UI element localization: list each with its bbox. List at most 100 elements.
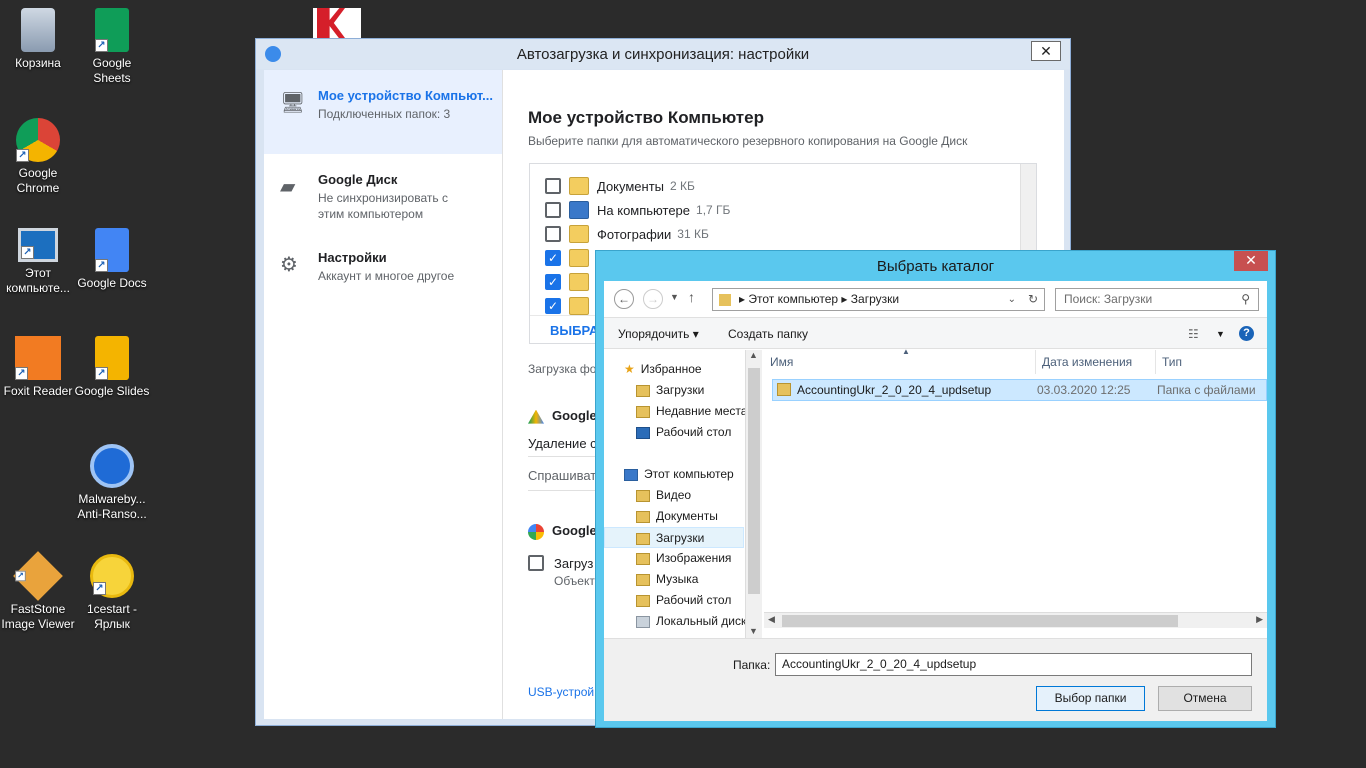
kaspersky-icon[interactable]	[313, 8, 361, 38]
nav-this-pc[interactable]: Этот компьютер	[624, 464, 734, 485]
nav-favorites[interactable]: ★ Избранное	[624, 359, 702, 380]
address-bar[interactable]: ▸ Этот компьютер ▸ Загрузки ⌄ ↻	[712, 288, 1045, 311]
help-icon[interactable]: ?	[1239, 326, 1254, 341]
folder-row[interactable]: ✓	[545, 295, 597, 317]
desktop-icon-this-pc[interactable]: ↗ Этот компьюте...	[0, 228, 76, 296]
checkbox-checked[interactable]: ✓	[545, 274, 561, 290]
column-header-type[interactable]: Тип	[1156, 350, 1267, 374]
usb-devices-link[interactable]: USB-устрой	[528, 685, 594, 699]
checkbox[interactable]	[545, 226, 561, 242]
desktop-icon-label: Этот компьюте...	[6, 266, 70, 295]
desktop-icon-google-docs[interactable]: ↗ Google Docs	[74, 228, 150, 291]
folder-row[interactable]: Фотографии 31 КБ	[545, 223, 709, 245]
ask-before-delete-dropdown[interactable]: Спрашиват	[528, 468, 596, 483]
sidebar-item-my-computer[interactable]: 🖥 Мое устройство Компьют... Подключенных…	[264, 70, 502, 154]
folder-label: Папка:	[733, 658, 771, 672]
organize-menu[interactable]: Упорядочить ▾	[618, 327, 699, 341]
page-subtitle: Выберите папки для автоматического резер…	[528, 134, 968, 148]
upload-photos-option[interactable]: Загруз	[528, 555, 593, 571]
desktop-icon-recycle-bin[interactable]: Корзина	[0, 8, 76, 71]
folder-name-field[interactable]: AccountingUkr_2_0_20_4_updsetup	[775, 653, 1252, 676]
desktop-icon-1cestart[interactable]: ↗ 1cestart - Ярлык	[74, 554, 150, 632]
dialog-title: Выбрать каталог	[876, 258, 995, 275]
up-arrow-icon[interactable]: ↑	[688, 289, 695, 305]
checkbox[interactable]	[528, 555, 544, 571]
select-folder-button[interactable]: Выбор папки	[1036, 686, 1145, 711]
desktop-icon-faststone[interactable]: ↗ FastStone Image Viewer	[0, 551, 76, 632]
file-name: AccountingUkr_2_0_20_4_updsetup	[797, 383, 992, 397]
recycle-bin-icon	[21, 8, 55, 52]
star-icon: ★	[624, 362, 635, 376]
sidebar-item-settings[interactable]: ⚙ Настройки Аккаунт и многое другое	[264, 232, 502, 310]
address-dropdown-icon[interactable]: ⌄	[1008, 289, 1016, 310]
refresh-icon[interactable]: ↻	[1028, 289, 1038, 310]
file-list: Имя Дата изменения Тип ▲ AccountingUkr_2…	[764, 347, 1267, 638]
desktop-icon-google-chrome[interactable]: ↗ Google Chrome	[0, 118, 76, 196]
shortcut-arrow-icon: ↗	[93, 582, 106, 595]
column-header-name[interactable]: Имя	[764, 350, 1036, 374]
navigation-pane-scrollbar[interactable]: ▲ ▼	[745, 350, 762, 638]
nav-pictures[interactable]: Изображения	[636, 548, 731, 569]
view-dropdown-icon[interactable]: ▼	[1216, 329, 1225, 339]
desktop-icon-foxit-reader[interactable]: ↗ Foxit Reader	[0, 336, 76, 399]
desktop-icon-google-slides[interactable]: ↗ Google Slides	[74, 336, 150, 399]
folder-row[interactable]: ✓	[545, 271, 597, 293]
checkbox[interactable]	[545, 178, 561, 194]
recent-locations-chevron-icon[interactable]: ▼	[670, 292, 679, 302]
checkbox[interactable]	[545, 202, 561, 218]
desktop-icon-malwarebytes[interactable]: Malwareby... Anti-Ranso...	[74, 444, 150, 522]
scroll-thumb[interactable]	[782, 615, 1178, 627]
forward-arrow-icon[interactable]: →	[643, 289, 663, 309]
sidebar-item-subtitle: Не синхронизировать с этим компьютером	[318, 191, 448, 221]
nav-downloads-selected[interactable]: Загрузки	[604, 527, 744, 548]
file-row[interactable]: AccountingUkr_2_0_20_4_updsetup 03.03.20…	[772, 379, 1267, 401]
shortcut-arrow-icon: ↗	[15, 367, 28, 380]
address-path: Этот компьютер ▸ Загрузки	[748, 292, 900, 306]
nav-label: Документы	[656, 509, 718, 523]
nav-local-disk[interactable]: Локальный диск	[636, 611, 746, 632]
nav-video[interactable]: Видео	[636, 485, 691, 506]
navigation-bar: ← → ▼ ↑ ▸ Этот компьютер ▸ Загрузки ⌄ ↻ …	[604, 281, 1267, 317]
nav-recent-places[interactable]: Недавние места	[636, 401, 747, 422]
nav-label: Избранное	[640, 362, 702, 376]
window-titlebar[interactable]: Автозагрузка и синхронизация: настройки …	[256, 39, 1070, 69]
file-list-horizontal-scrollbar[interactable]: ◀ ▶	[764, 612, 1267, 628]
view-options-icon[interactable]: ☷	[1188, 327, 1199, 341]
desktop-icon-google-sheets[interactable]: ↗ Google Sheets	[74, 8, 150, 86]
close-button[interactable]: ✕	[1031, 41, 1061, 61]
folder-row[interactable]: На компьютере 1,7 ГБ	[545, 199, 730, 221]
nav-music[interactable]: Музыка	[636, 569, 698, 590]
cancel-button[interactable]: Отмена	[1158, 686, 1252, 711]
nav-documents[interactable]: Документы	[636, 506, 718, 527]
column-header-date[interactable]: Дата изменения	[1036, 350, 1156, 374]
sidebar-item-title: Мое устройство Компьют...	[318, 88, 493, 103]
folder-row[interactable]: ✓	[545, 247, 597, 269]
search-input[interactable]: Поиск: Загрузки ⚲	[1055, 288, 1259, 311]
new-folder-button[interactable]: Создать папку	[728, 327, 808, 341]
foxit-icon: ↗	[15, 336, 61, 380]
google-docs-icon: ↗	[95, 228, 129, 272]
search-icon: ⚲	[1241, 292, 1250, 306]
back-arrow-icon[interactable]: ←	[614, 289, 634, 309]
local-disk-icon	[636, 615, 650, 628]
nav-desktop[interactable]: Рабочий стол	[636, 590, 731, 611]
nav-desktop-favorite[interactable]: Рабочий стол	[636, 422, 731, 443]
scroll-left-icon[interactable]: ◀	[768, 614, 775, 625]
dialog-close-button[interactable]: ✕	[1234, 251, 1268, 271]
dialog-toolbar: Упорядочить ▾ Создать папку ☷ ▼ ?	[604, 317, 1267, 349]
drive-folder-icon: ▰	[280, 176, 296, 198]
1c-icon: ↗	[90, 554, 134, 598]
sidebar-item-subtitle: Аккаунт и многое другое	[318, 269, 455, 283]
scroll-right-icon[interactable]: ▶	[1256, 614, 1263, 625]
desktop-folder-icon	[636, 594, 650, 607]
checkbox-checked[interactable]: ✓	[545, 298, 561, 314]
scroll-thumb[interactable]	[748, 368, 760, 594]
scroll-down-icon[interactable]: ▼	[749, 626, 758, 636]
folder-name: Документы	[597, 178, 665, 194]
sidebar-item-google-drive[interactable]: ▰ Google Диск Не синхронизировать с этим…	[264, 154, 502, 232]
folder-row[interactable]: Документы 2 КБ	[545, 175, 695, 197]
nav-downloads-favorite[interactable]: Загрузки	[636, 380, 704, 401]
scroll-up-icon[interactable]: ▲	[749, 350, 758, 360]
checkbox-checked[interactable]: ✓	[545, 250, 561, 266]
dialog-footer: Папка: AccountingUkr_2_0_20_4_updsetup В…	[604, 638, 1267, 721]
